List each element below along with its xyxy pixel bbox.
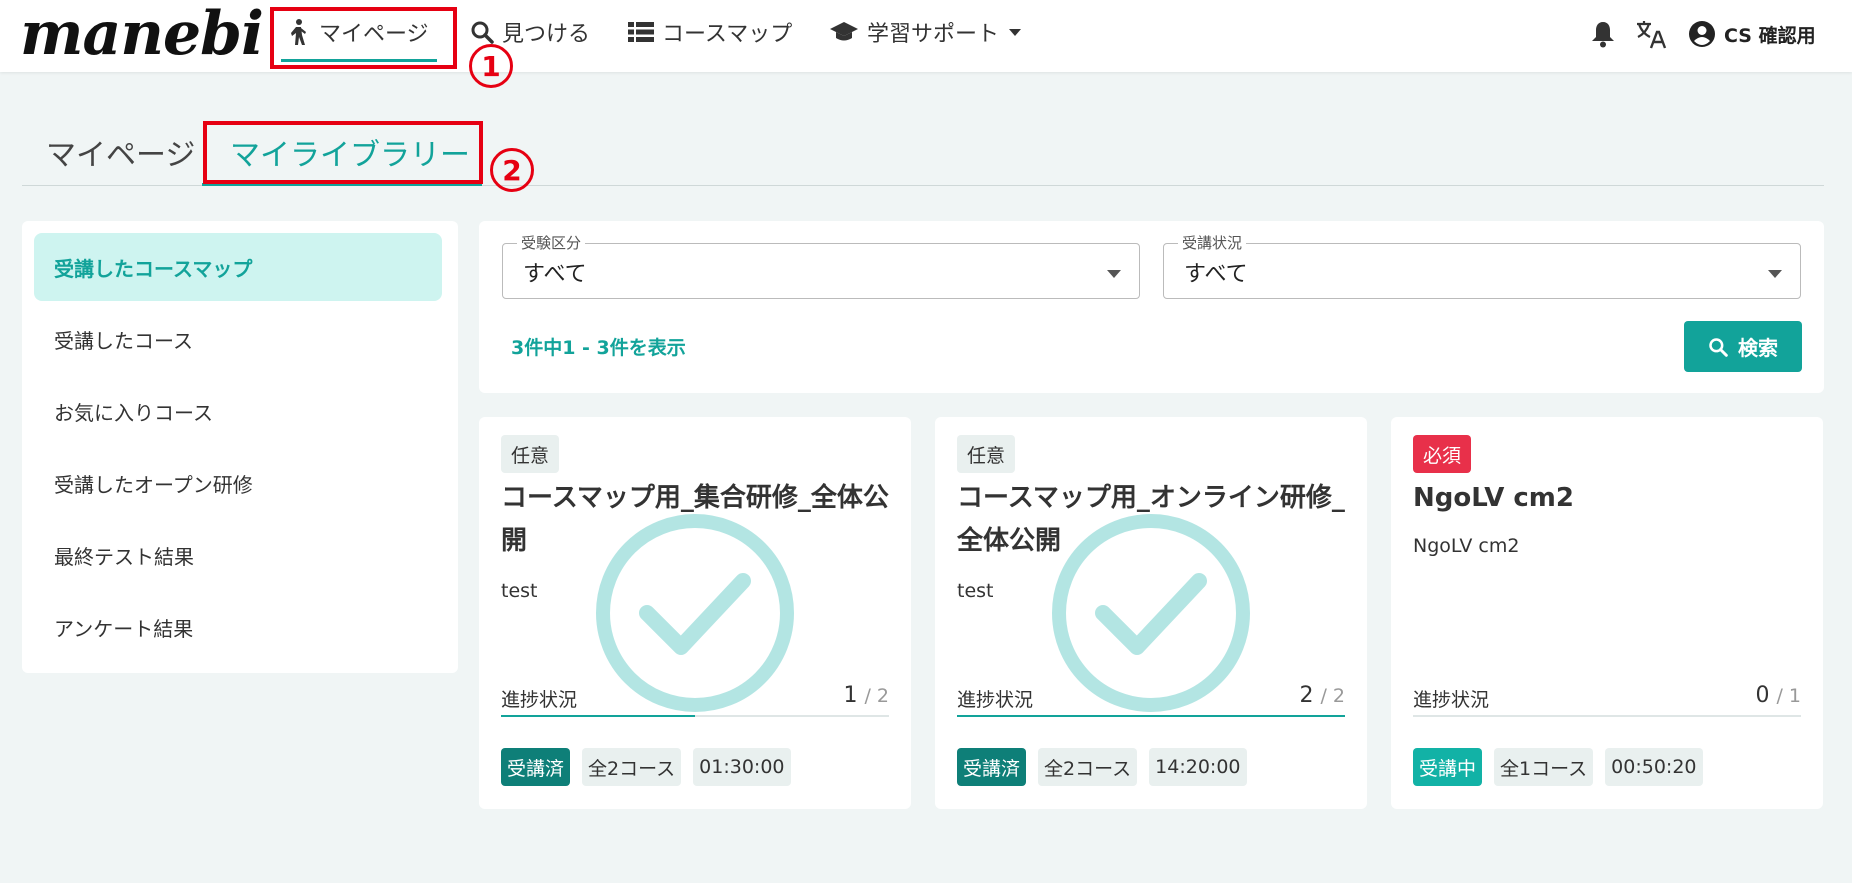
progress-count: 1 / 2	[843, 683, 889, 708]
nav-find-label: 見つける	[502, 22, 591, 47]
status-value: すべて	[1184, 262, 1248, 287]
progress-count: 2 / 2	[1299, 683, 1345, 708]
user-menu[interactable]: CS 確認用	[1688, 16, 1816, 52]
search-button-label: 検索	[1738, 336, 1778, 360]
duration-chip: 00:50:20	[1605, 748, 1703, 786]
notification-button[interactable]	[1590, 16, 1616, 52]
sidebar-item-favorite-courses[interactable]: お気に入りコース	[34, 377, 442, 445]
logo[interactable]: manebi	[20, 2, 264, 66]
progress-bar	[501, 715, 889, 717]
chevron-down-icon	[1009, 28, 1022, 36]
list-icon	[628, 22, 654, 42]
sidebar-item-taken-coursemaps[interactable]: 受講したコースマップ	[34, 233, 442, 301]
requirement-badge: 任意	[957, 435, 1016, 473]
status-select[interactable]: 受講状況 すべて	[1163, 232, 1801, 299]
progress-count: 0 / 1	[1755, 683, 1801, 708]
progress-label: 進捗状況	[501, 689, 578, 711]
sidebar-item-survey-results[interactable]: アンケート結果	[34, 593, 442, 661]
sidebar-item-final-test-results[interactable]: 最終テスト結果	[34, 521, 442, 589]
translate-button[interactable]	[1635, 16, 1667, 52]
card-description: test	[501, 580, 538, 602]
exam-type-select[interactable]: 受験区分 すべて	[502, 232, 1140, 299]
library-sidebar: 受講したコースマップ 受講したコース お気に入りコース 受講したオープン研修 最…	[22, 221, 458, 673]
bell-icon	[1592, 22, 1614, 48]
annotation-number-2: 2	[490, 148, 534, 192]
progress-bar	[957, 715, 1345, 717]
graduation-cap-icon	[830, 22, 858, 41]
account-circle-icon	[1689, 21, 1715, 47]
course-map-card[interactable]: 任意 コースマップ用_オンライン研修_全体公開 test 進捗状況 2 / 2 …	[935, 417, 1367, 809]
duration-chip: 14:20:00	[1149, 748, 1247, 786]
tab-mypage[interactable]: マイページ	[46, 130, 195, 174]
nav-coursemap-label: コースマップ	[662, 22, 793, 47]
annotation-box-1	[270, 7, 457, 69]
nav-coursemap[interactable]: コースマップ	[628, 14, 792, 50]
status-badge: 受講中	[1413, 748, 1483, 786]
card-description: test	[957, 580, 994, 602]
completed-check-icon	[1052, 514, 1250, 712]
filter-panel: 受験区分 すべて 受講状況 すべて 3件中1 - 3件を表示 検索	[479, 221, 1824, 393]
progress-fill	[501, 715, 695, 717]
requirement-badge: 任意	[501, 435, 560, 473]
progress-fill	[957, 715, 1345, 717]
duration-chip: 01:30:00	[693, 748, 791, 786]
sidebar-item-open-trainings[interactable]: 受講したオープン研修	[34, 449, 442, 517]
requirement-badge: 必須	[1413, 435, 1472, 473]
status-badge: 受講済	[957, 748, 1027, 786]
exam-type-label: 受験区分	[517, 232, 586, 253]
search-icon	[1709, 337, 1728, 357]
progress-bar	[1413, 715, 1801, 717]
sidebar-item-taken-courses[interactable]: 受講したコース	[34, 305, 442, 373]
status-label: 受講状況	[1178, 232, 1247, 253]
progress-label: 進捗状況	[957, 689, 1034, 711]
nav-learning-support-label: 学習サポート	[867, 22, 1000, 47]
chevron-down-icon	[1768, 270, 1782, 278]
course-map-card[interactable]: 任意 コースマップ用_集合研修_全体公開 test 進捗状況 1 / 2 受講済…	[479, 417, 911, 809]
user-name: CS 確認用	[1724, 24, 1816, 47]
course-map-card[interactable]: 必須 NgoLV cm2 NgoLV cm2 進捗状況 0 / 1 受講中 全1…	[1391, 417, 1823, 809]
course-count-chip: 全2コース	[582, 748, 682, 786]
card-title[interactable]: NgoLV cm2	[1413, 477, 1813, 520]
exam-type-value: すべて	[523, 262, 587, 287]
translate-icon	[1637, 21, 1667, 49]
completed-check-icon	[596, 514, 794, 712]
annotation-box-2	[203, 121, 483, 184]
annotation-number-1: 1	[469, 44, 513, 88]
result-count: 3件中1 - 3件を表示	[511, 337, 686, 359]
status-badge: 受講済	[501, 748, 571, 786]
course-count-chip: 全1コース	[1494, 748, 1594, 786]
nav-learning-support[interactable]: 学習サポート	[829, 14, 1022, 50]
card-description: NgoLV cm2	[1413, 535, 1520, 557]
progress-label: 進捗状況	[1413, 689, 1490, 711]
search-button[interactable]: 検索	[1684, 321, 1802, 372]
chevron-down-icon	[1107, 270, 1121, 278]
search-icon	[471, 21, 494, 44]
course-count-chip: 全2コース	[1038, 748, 1138, 786]
